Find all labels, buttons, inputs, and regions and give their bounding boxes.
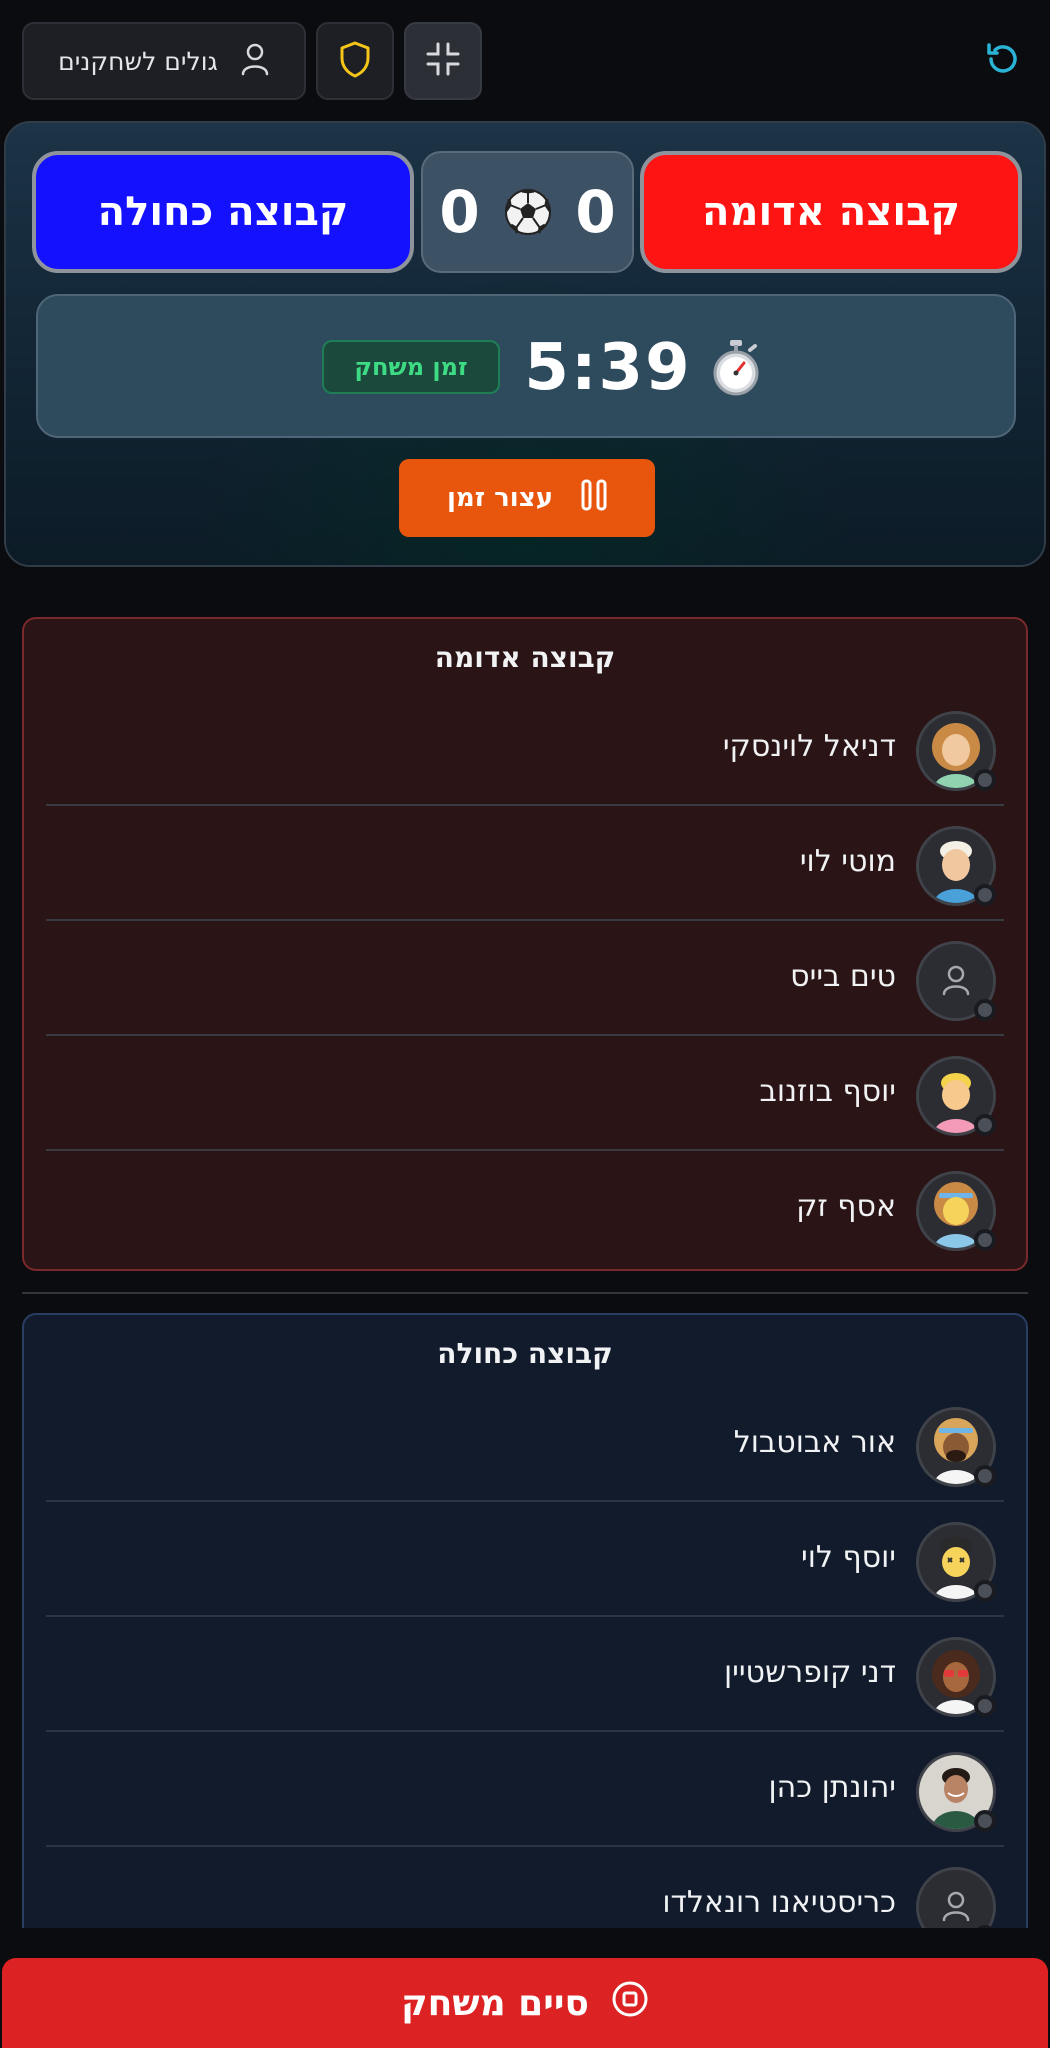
end-game-label: סיים משחק	[401, 1982, 589, 2024]
red-team-score-button[interactable]: קבוצה אדומה	[640, 151, 1022, 273]
player-row[interactable]: יוסף בוזנוב	[46, 1036, 1004, 1151]
player-name: יוסף בוזנוב	[759, 1074, 896, 1109]
status-dot	[974, 1810, 996, 1832]
game-timer: 5:39	[524, 331, 692, 405]
game-screen: גולים לשחקנים קבוצה כחולה 0 0 קבוצה אדומ…	[0, 0, 1050, 2048]
score-display: 0 0	[421, 151, 634, 273]
stop-circle-icon	[611, 1980, 649, 2027]
user-icon	[240, 42, 270, 80]
pause-icon	[581, 479, 607, 518]
player-name: כריסטיאנו רונאלדו	[662, 1885, 896, 1920]
shield-icon	[338, 40, 372, 82]
exit-fullscreen-button[interactable]	[404, 22, 482, 100]
scoreboard-panel: קבוצה כחולה 0 0 קבוצה אדומה זמן משחק 5:3…	[4, 121, 1046, 567]
player-row[interactable]: אסף זק	[46, 1151, 1004, 1266]
status-dot	[974, 1695, 996, 1717]
status-dot	[974, 1465, 996, 1487]
player-row[interactable]: דניאל לוינסקי	[46, 691, 1004, 806]
players-view-label: גולים לשחקנים	[58, 46, 218, 76]
player-name: יהונתן כהן	[768, 1770, 896, 1805]
red-team-roster: קבוצה אדומה דניאל לוינסקי מוטי לוי טים ב…	[22, 617, 1028, 1271]
player-row[interactable]: יוסף לוי	[46, 1502, 1004, 1617]
player-row[interactable]: טים בייס	[46, 921, 1004, 1036]
top-bar: גולים לשחקנים	[22, 22, 1028, 100]
player-row[interactable]: דני קופרשטיין	[46, 1617, 1004, 1732]
game-time-badge: זמן משחק	[322, 340, 500, 394]
blue-team-score-button[interactable]: קבוצה כחולה	[32, 151, 414, 273]
blue-team-title: קבוצה כחולה	[437, 1337, 613, 1370]
reset-button[interactable]	[978, 36, 1028, 86]
player-name: מוטי לוי	[799, 844, 896, 879]
end-game-button[interactable]: סיים משחק	[2, 1958, 1048, 2048]
player-row[interactable]: אור אבוטבול	[46, 1387, 1004, 1502]
status-dot	[974, 1580, 996, 1602]
red-score: 0	[575, 178, 616, 246]
admin-shield-button[interactable]	[316, 22, 394, 100]
player-name: אור אבוטבול	[733, 1425, 896, 1460]
player-row[interactable]: יהונתן כהן	[46, 1732, 1004, 1847]
pause-time-label: עצור זמן	[446, 483, 554, 513]
refresh-icon	[983, 39, 1023, 83]
status-dot	[974, 769, 996, 791]
status-dot	[974, 1114, 996, 1136]
stopwatch-icon	[710, 338, 762, 398]
player-name: טים בייס	[790, 959, 896, 994]
status-dot	[974, 884, 996, 906]
player-name: דני קופרשטיין	[723, 1655, 896, 1690]
player-name: יוסף לוי	[800, 1540, 896, 1575]
player-name: דניאל לוינסקי	[722, 729, 896, 764]
pause-time-button[interactable]: עצור זמן	[399, 459, 655, 537]
player-row[interactable]: מוטי לוי	[46, 806, 1004, 921]
players-view-button[interactable]: גולים לשחקנים	[22, 22, 306, 100]
status-dot	[974, 999, 996, 1021]
teams-divider	[22, 1292, 1028, 1294]
status-dot	[974, 1229, 996, 1251]
red-team-title: קבוצה אדומה	[434, 641, 616, 674]
minimize-icon	[424, 40, 462, 82]
player-name: אסף זק	[796, 1189, 896, 1224]
blue-score: 0	[439, 178, 480, 246]
game-timer-box: זמן משחק 5:39	[36, 294, 1016, 438]
soccer-ball-icon	[503, 187, 553, 237]
